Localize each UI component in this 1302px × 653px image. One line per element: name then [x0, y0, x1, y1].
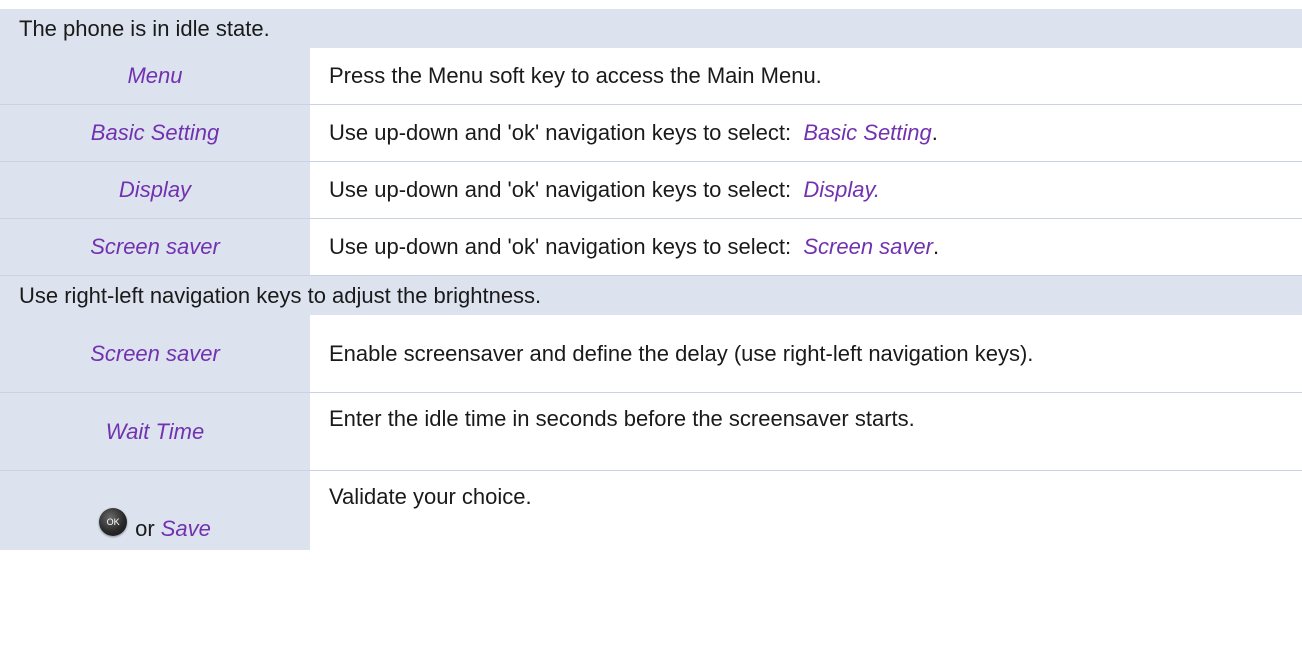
step-description-lead: Use up-down and 'ok' navigation keys to …	[329, 234, 798, 259]
step-row-enable-screensaver: Screen saver Enable screensaver and defi…	[0, 315, 1302, 393]
step-description-highlight: Display.	[803, 177, 880, 202]
step-description-highlight: Basic Setting	[803, 120, 932, 145]
step-row-wait-time: Wait Time Enter the idle time in seconds…	[0, 393, 1302, 471]
step-description-trail: .	[931, 120, 938, 145]
step-description: Use up-down and 'ok' navigation keys to …	[310, 105, 1302, 161]
step-description-text: Enable screensaver and define the delay …	[329, 340, 1034, 366]
step-row-screen-saver: Screen saver Use up-down and 'ok' naviga…	[0, 219, 1302, 276]
step-description: Enable screensaver and define the delay …	[310, 315, 1302, 392]
step-row-basic-setting: Basic Setting Use up-down and 'ok' navig…	[0, 105, 1302, 162]
step-description-lead: Use up-down and 'ok' navigation keys to …	[329, 120, 798, 145]
step-key-label: Basic Setting	[90, 120, 220, 145]
step-row-save: OK or Save Validate your choice.	[0, 471, 1302, 550]
procedure-table: The phone is in idle state. Menu Press t…	[0, 9, 1302, 550]
step-description: Use up-down and 'ok' navigation keys to …	[310, 162, 1302, 218]
or-text: or	[135, 516, 155, 541]
step-description-text: Enter the idle time in seconds before th…	[329, 406, 915, 431]
step-key-label: Menu	[127, 63, 183, 88]
step-key: Screen saver	[0, 219, 310, 275]
step-key: Wait Time	[0, 393, 310, 470]
step-key-label: Screen saver	[90, 340, 220, 366]
step-description-text: Validate your choice.	[329, 484, 532, 509]
step-key: Basic Setting	[0, 105, 310, 161]
ok-button-icon: OK	[99, 508, 128, 536]
step-description-text: Use up-down and 'ok' navigation keys to …	[329, 234, 939, 260]
brightness-note-row: Use right-left navigation keys to adjust…	[0, 276, 1302, 315]
step-description-highlight: Screen saver	[803, 234, 933, 259]
step-description-text: Press the Menu soft key to access the Ma…	[329, 63, 822, 88]
step-key: Menu	[0, 48, 310, 104]
step-key: Display	[0, 162, 310, 218]
brightness-note-text: Use right-left navigation keys to adjust…	[19, 282, 542, 308]
step-description: Use up-down and 'ok' navigation keys to …	[310, 219, 1302, 275]
step-key-label: Display	[118, 177, 192, 202]
step-description: Validate your choice.	[310, 471, 1302, 550]
intro-row: The phone is in idle state.	[0, 9, 1302, 48]
step-row-display: Display Use up-down and 'ok' navigation …	[0, 162, 1302, 219]
step-key-label: Screen saver	[90, 234, 220, 259]
step-key: OK or Save	[0, 471, 310, 550]
step-description: Enter the idle time in seconds before th…	[310, 393, 1302, 470]
step-row-menu: Menu Press the Menu soft key to access t…	[0, 48, 1302, 105]
step-description-lead: Use up-down and 'ok' navigation keys to …	[329, 177, 798, 202]
step-description-text: Use up-down and 'ok' navigation keys to …	[329, 177, 880, 203]
step-description-text: Use up-down and 'ok' navigation keys to …	[329, 120, 938, 146]
step-description-trail: .	[932, 234, 940, 259]
step-key: Screen saver	[0, 315, 310, 392]
step-description: Press the Menu soft key to access the Ma…	[310, 48, 1302, 104]
intro-text: The phone is in idle state.	[19, 15, 270, 41]
step-key-label: Wait Time	[105, 418, 205, 444]
step-key-label: Save	[160, 516, 211, 541]
